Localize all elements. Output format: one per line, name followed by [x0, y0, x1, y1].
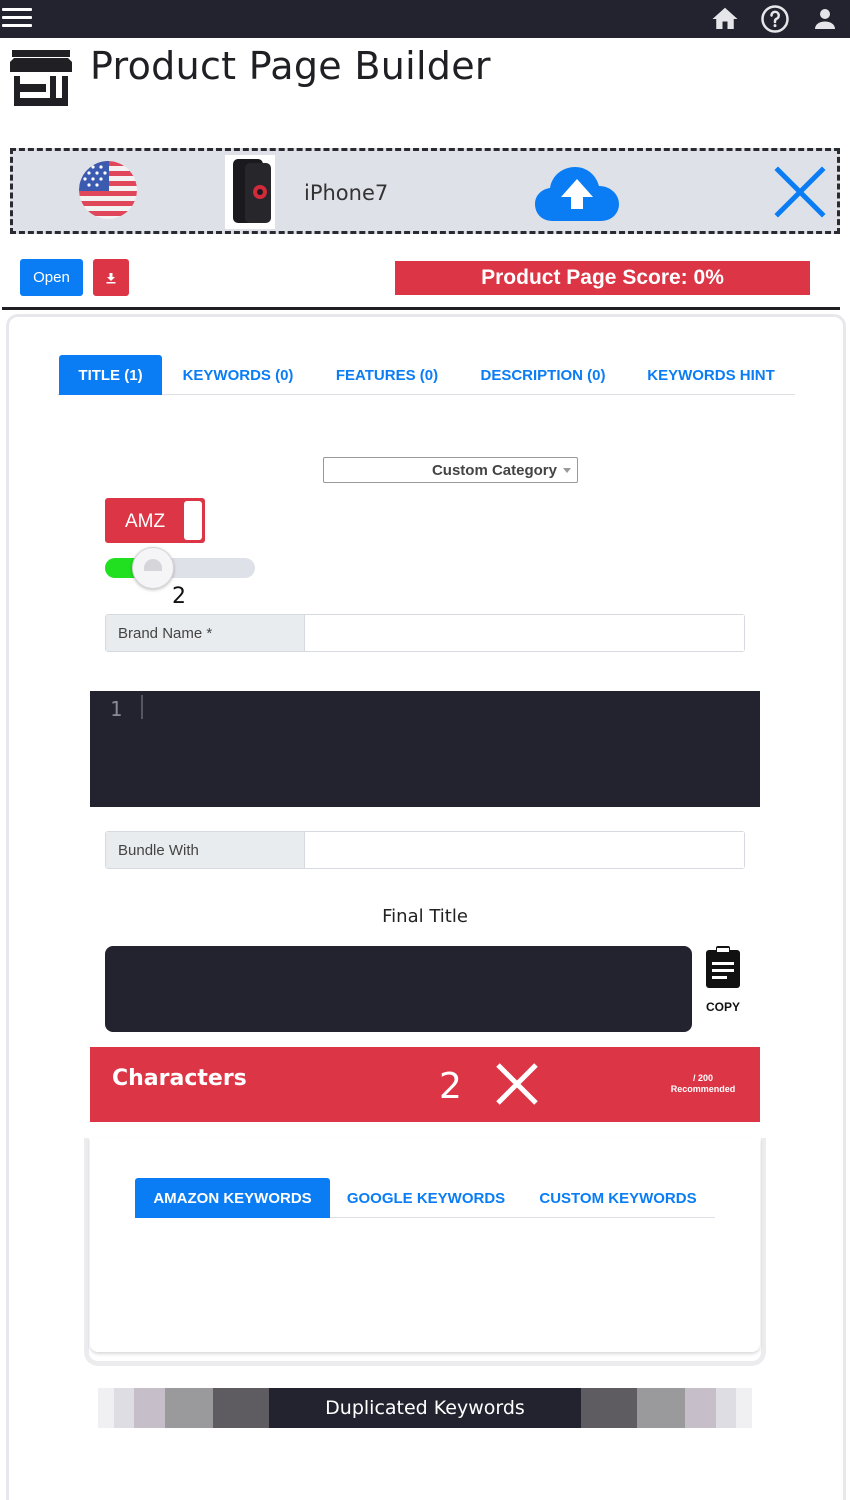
home-icon[interactable] — [710, 4, 740, 34]
brand-name-label: Brand Name * — [106, 615, 305, 651]
close-icon[interactable] — [773, 165, 827, 219]
tab-title[interactable]: TITLE (1) — [59, 355, 162, 395]
tab-custom-keywords[interactable]: CUSTOM KEYWORDS — [531, 1178, 705, 1218]
download-icon — [106, 272, 116, 283]
tab-features[interactable]: FEATURES (0) — [323, 355, 451, 395]
toggle-knob — [184, 501, 202, 540]
duplicated-keywords-bar[interactable]: Duplicated Keywords — [98, 1388, 752, 1428]
amz-toggle[interactable]: AMZ — [105, 498, 205, 543]
chevron-down-icon — [563, 468, 571, 473]
cloud-upload-icon[interactable] — [535, 163, 619, 223]
hamburger-icon[interactable] — [2, 8, 32, 30]
brand-name-group: Brand Name * — [105, 614, 745, 652]
characters-count: 2 — [439, 1066, 462, 1107]
category-select[interactable]: Custom Category — [323, 457, 578, 483]
slider-thumb[interactable] — [132, 547, 174, 589]
keyword-tabs: AMAZON KEYWORDS GOOGLE KEYWORDS CUSTOM K… — [135, 1178, 715, 1218]
amz-toggle-label: AMZ — [125, 511, 166, 532]
product-name: iPhone7 — [304, 181, 389, 205]
page-title: Product Page Builder — [90, 44, 491, 88]
x-icon — [496, 1063, 538, 1105]
copy-label: COPY — [705, 1000, 740, 1014]
slider-track[interactable] — [105, 558, 255, 578]
editor-line-number: 1 — [110, 697, 123, 721]
editor-cursor — [141, 695, 143, 719]
bundle-with-label: Bundle With — [106, 832, 305, 868]
us-flag-icon[interactable] — [79, 161, 137, 219]
slider-value: 2 — [172, 584, 186, 609]
title-editor[interactable]: 1 — [90, 691, 760, 807]
user-icon[interactable] — [810, 4, 840, 34]
bundle-with-group: Bundle With — [105, 831, 745, 869]
tab-keywords-hint[interactable]: KEYWORDS HINT — [637, 355, 785, 395]
bundle-with-input[interactable] — [306, 832, 744, 868]
help-icon[interactable] — [760, 4, 790, 34]
characters-limit: / 200 Recommended — [670, 1073, 736, 1094]
open-button[interactable]: Open — [20, 259, 83, 296]
keywords-panel — [90, 1138, 760, 1352]
tab-google-keywords[interactable]: GOOGLE KEYWORDS — [340, 1178, 512, 1218]
characters-label: Characters — [112, 1066, 247, 1091]
divider — [2, 307, 840, 310]
store-icon — [10, 50, 72, 106]
brand-name-input[interactable] — [306, 615, 744, 651]
characters-bar: Characters 2 / 200 Recommended — [90, 1047, 760, 1122]
tab-amazon-keywords[interactable]: AMAZON KEYWORDS — [135, 1178, 330, 1218]
tab-description[interactable]: DESCRIPTION (0) — [467, 355, 619, 395]
product-bar: iPhone7 — [10, 148, 840, 234]
clipboard-icon — [706, 946, 740, 988]
product-thumbnail[interactable] — [225, 155, 275, 229]
product-page-score: Product Page Score: 0% — [395, 261, 810, 295]
copy-button[interactable]: COPY — [700, 944, 746, 1018]
final-title-output[interactable] — [105, 946, 692, 1032]
builder-tabs: TITLE (1) KEYWORDS (0) FEATURES (0) DESC… — [57, 355, 795, 395]
final-title-label: Final Title — [382, 906, 468, 927]
duplicated-keywords-label: Duplicated Keywords — [269, 1388, 581, 1428]
tab-keywords[interactable]: KEYWORDS (0) — [170, 355, 306, 395]
category-select-value: Custom Category — [431, 461, 557, 479]
top-navbar — [0, 0, 850, 38]
download-button[interactable] — [93, 259, 129, 296]
